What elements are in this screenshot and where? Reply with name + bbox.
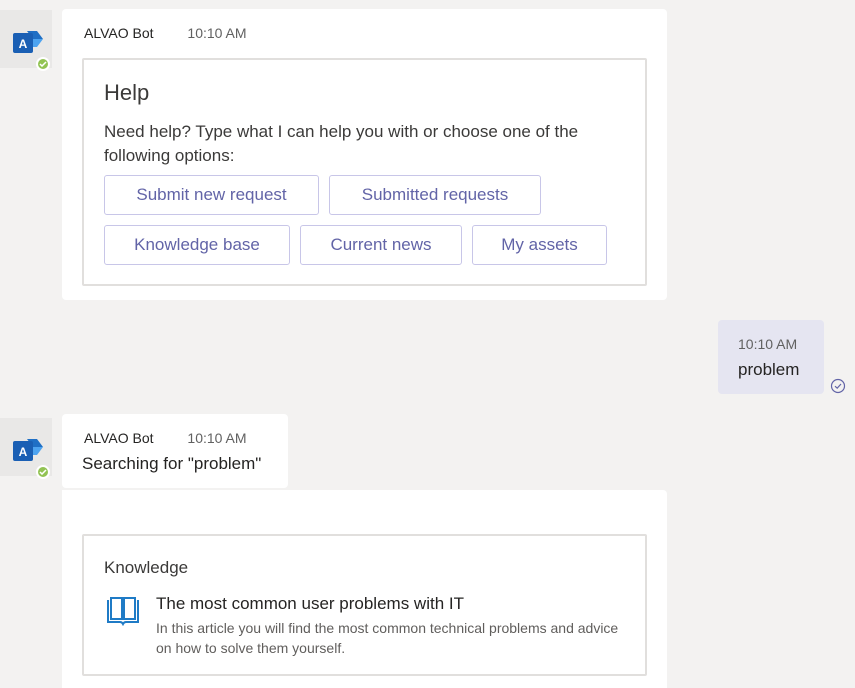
svg-text:A: A bbox=[19, 37, 28, 51]
adaptive-card: Help Need help? Type what I can help you… bbox=[82, 58, 647, 286]
book-icon bbox=[107, 597, 139, 626]
knowledge-message: Knowledge The most common user problems … bbox=[62, 490, 667, 688]
bot-avatar[interactable]: A bbox=[0, 418, 52, 479]
card-text: Need help? Type what I can help you with… bbox=[104, 122, 579, 165]
status-badge bbox=[36, 57, 50, 71]
bot-avatar[interactable]: A bbox=[0, 10, 52, 71]
user-message: 10:10 AM problem bbox=[718, 320, 824, 394]
author-name: ALVAO Bot bbox=[84, 25, 154, 41]
author-name: ALVAO Bot bbox=[84, 430, 154, 446]
message-time: 10:10 AM bbox=[187, 430, 247, 446]
available-check-icon bbox=[39, 469, 47, 475]
message-time: 10:10 AM bbox=[187, 25, 247, 41]
card-title: Help bbox=[104, 80, 150, 105]
knowledge-card: Knowledge The most common user problems … bbox=[82, 534, 647, 676]
message-time: 10:10 AM bbox=[738, 336, 798, 352]
message-text: Searching for "problem" bbox=[82, 454, 262, 473]
my-assets-button[interactable]: My assets bbox=[472, 225, 607, 265]
message-text: problem bbox=[738, 360, 800, 379]
knowledge-base-button[interactable]: Knowledge base bbox=[104, 225, 290, 265]
article-title[interactable]: The most common user problems with IT bbox=[156, 594, 464, 614]
submitted-requests-button[interactable]: Submitted requests bbox=[329, 175, 541, 215]
help-message: ALVAO Bot 10:10 AM Help Need help? Type … bbox=[62, 9, 667, 300]
submit-new-request-button[interactable]: Submit new request bbox=[104, 175, 319, 215]
message-meta: ALVAO Bot 10:10 AM bbox=[84, 430, 247, 446]
search-message: ALVAO Bot 10:10 AM Searching for "proble… bbox=[62, 414, 288, 488]
alvao-logo-icon: A bbox=[13, 31, 43, 53]
knowledge-section-title: Knowledge bbox=[104, 558, 189, 577]
current-news-button[interactable]: Current news bbox=[300, 225, 462, 265]
available-check-icon bbox=[39, 61, 47, 67]
article-description: In this article you will find the most c… bbox=[156, 620, 619, 656]
seen-check-icon bbox=[830, 378, 846, 394]
svg-text:A: A bbox=[19, 445, 28, 459]
alvao-logo-icon: A bbox=[13, 439, 43, 461]
message-meta: ALVAO Bot 10:10 AM bbox=[84, 25, 247, 41]
status-badge bbox=[36, 465, 50, 479]
